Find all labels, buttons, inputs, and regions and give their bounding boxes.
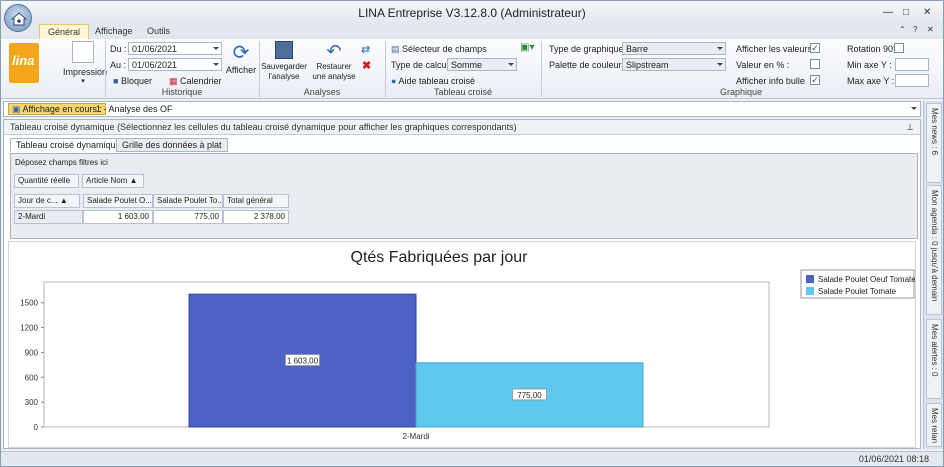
calendar-icon: ▦	[169, 76, 178, 86]
y-tick-label: 1500	[20, 299, 38, 308]
legend-swatch	[806, 287, 814, 295]
ribbon-collapse-icon[interactable]: ⌃	[899, 25, 906, 34]
pin-icon[interactable]: ⊥	[906, 122, 914, 133]
y-tick-label: 0	[34, 423, 39, 432]
tab-flat-grid[interactable]: Grille des données à plat	[116, 138, 228, 152]
lina-logo: lina	[9, 43, 39, 83]
value-cell[interactable]: 775,00	[153, 210, 223, 224]
filter-drop-zone[interactable]: Déposez champs filtres ici	[15, 158, 108, 167]
tab-pivot-table[interactable]: Tableau croisé dynamique	[10, 138, 127, 152]
app-home-button[interactable]	[4, 4, 32, 32]
column-field-button[interactable]: Article Nom ▲	[82, 174, 144, 188]
sort-icon: ▲	[59, 196, 68, 205]
app-window: LINA Entreprise V3.12.8.0 (Administrateu…	[0, 0, 944, 467]
save-analysis-button[interactable]: Sauvegarder l'analyse	[261, 41, 307, 82]
printer-icon	[72, 41, 94, 63]
view-icon: ▣	[12, 104, 21, 114]
lock-icon: ■	[113, 76, 119, 86]
ribbon: lina Impression ▾ Du : 01/06/2021 Au : 0…	[1, 39, 943, 99]
row-field-button[interactable]: Jour de c... ▲	[14, 194, 80, 208]
status-datetime: 01/06/2021 08:18	[858, 454, 929, 464]
window-title: LINA Entreprise V3.12.8.0 (Administrateu…	[358, 6, 586, 20]
y-tick-label: 600	[25, 373, 39, 382]
undo-icon: ↶	[326, 41, 342, 61]
alerts-panel-tab[interactable]: Mes alertes : 0	[926, 319, 942, 399]
side-panels: Mes news : 6 Mon agenda : 0 jusqu'à dema…	[923, 101, 943, 449]
save-icon	[275, 41, 293, 59]
x-tick-label: 2-Mardi	[402, 432, 429, 441]
legend-swatch	[806, 275, 814, 283]
minimize-icon[interactable]: —	[883, 7, 893, 18]
current-view-select[interactable]: 1 - Analyse des OF	[96, 104, 173, 114]
help-icon[interactable]: ?	[913, 25, 917, 34]
status-bar: 01/06/2021 08:18	[1, 451, 943, 466]
tab-outils[interactable]: Outils	[139, 24, 178, 39]
chart-area: Qtés Fabriquées par jour 0 300 600 900 1200 15…	[8, 241, 916, 448]
column-header-total[interactable]: Total général	[223, 194, 289, 208]
max-y-axis-input[interactable]	[895, 74, 929, 87]
field-selector-button[interactable]: ▤ Sélecteur de champs	[391, 44, 487, 55]
total-cell[interactable]: 2 378,00	[223, 210, 289, 224]
info-icon: ●	[391, 76, 397, 86]
bloquer-button[interactable]: ■ Bloquer	[113, 76, 152, 86]
agenda-panel-tab[interactable]: Mon agenda : 0 jusqu'à demain	[926, 185, 942, 315]
delete-icon[interactable]: ✖	[362, 59, 371, 72]
restore-analysis-button[interactable]: ↶ Restaurer une analyse	[311, 41, 357, 82]
ribbon-tabs: Général Affichage Outils ⌃ ? ✕	[1, 23, 943, 39]
title-bar: LINA Entreprise V3.12.8.0 (Administrateu…	[1, 1, 943, 23]
grid-icon: ▤	[391, 44, 400, 54]
tab-general[interactable]: Général	[39, 24, 90, 39]
news-panel-tab[interactable]: Mes news : 6	[926, 103, 942, 183]
value-cell[interactable]: 1 603,00	[83, 210, 153, 224]
data-label: 1 603,00	[287, 357, 319, 366]
ribbon-close-icon[interactable]: ✕	[927, 25, 934, 34]
pivot-header: Tableau croisé dynamique (Sélectionnez l…	[4, 120, 920, 135]
swap-icon[interactable]: ⇄	[361, 43, 370, 56]
current-view-bar: ▣ Affichage en cours : 1 - Analyse des O…	[3, 101, 921, 117]
min-y-axis-input[interactable]	[895, 58, 929, 71]
afficher-button[interactable]: ⟳ Afficher	[225, 41, 257, 75]
palette-select[interactable]: Slipstream	[622, 58, 726, 71]
impression-button[interactable]: Impression ▾	[63, 41, 107, 87]
tab-affichage[interactable]: Affichage	[87, 24, 140, 39]
refresh-icon: ⟳	[232, 42, 250, 64]
legend-label: Salade Poulet Oeuf Tomate	[818, 275, 915, 284]
legend-label: Salade Poulet Tomate	[818, 287, 897, 296]
home-icon	[11, 12, 27, 26]
help-pivot-link[interactable]: ● Aide tableau croisé	[391, 76, 475, 86]
chart-title: Qtés Fabriquées par jour	[351, 249, 529, 266]
chevron-down-icon[interactable]	[911, 107, 917, 110]
pivot-grid: Déposez champs filtres ici Quantité réel…	[10, 153, 918, 239]
sort-icon: ▲	[129, 176, 138, 185]
rotation-checkbox[interactable]	[894, 43, 904, 53]
calculation-type-select[interactable]: Somme	[447, 58, 517, 71]
show-values-checkbox[interactable]: ✓	[810, 43, 820, 53]
export-icon[interactable]: ▣▾	[520, 42, 534, 53]
close-icon[interactable]: ✕	[923, 7, 931, 18]
column-header[interactable]: Salade Poulet O...	[83, 194, 153, 208]
y-tick-label: 300	[25, 398, 39, 407]
bar-chart: Qtés Fabriquées par jour 0 300 600 900 1200 15…	[20, 249, 916, 441]
date-to-field[interactable]: 01/06/2021	[128, 58, 222, 71]
chart-type-select[interactable]: Barre	[622, 42, 726, 55]
tooltip-checkbox[interactable]: ✓	[810, 75, 820, 85]
chevron-down-icon: ▾	[81, 78, 85, 85]
percent-value-checkbox[interactable]	[810, 59, 820, 69]
row-header[interactable]: 2-Mardi	[14, 210, 83, 224]
current-view-label: ▣ Affichage en cours :	[8, 103, 106, 115]
pivot-panel: Tableau croisé dynamique (Sélectionnez l…	[3, 119, 921, 449]
date-from-field[interactable]: 01/06/2021	[128, 42, 222, 55]
calendrier-button[interactable]: ▦ Calendrier	[169, 76, 222, 87]
data-label: 775,00	[517, 391, 542, 400]
reminders-panel-tab[interactable]: Mes relan	[926, 403, 942, 447]
y-tick-label: 900	[25, 348, 39, 357]
y-tick-label: 1200	[20, 324, 38, 333]
data-field-button[interactable]: Quantité réelle	[14, 174, 79, 188]
maximize-icon[interactable]: □	[903, 7, 909, 18]
column-header[interactable]: Salade Poulet To...	[153, 194, 223, 208]
